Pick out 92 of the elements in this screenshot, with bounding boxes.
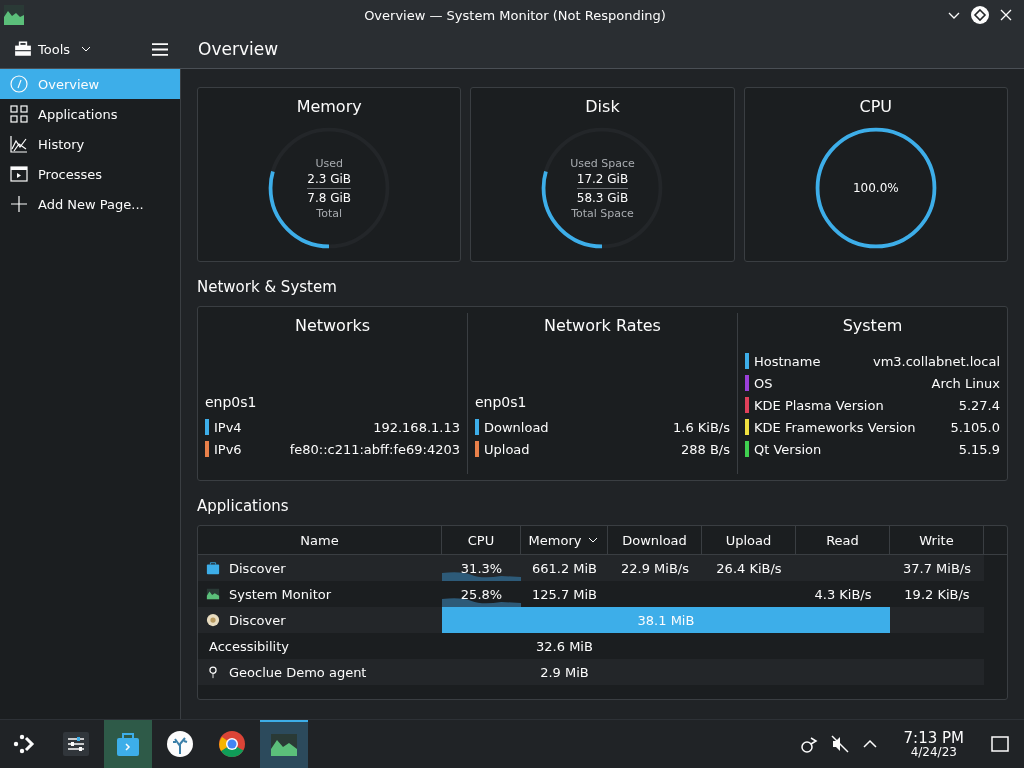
info-label: Download — [484, 419, 549, 435]
table-cell: 661.2 MiB — [531, 560, 598, 576]
disc-icon — [206, 613, 220, 627]
gauge-total: 58.3 GiB — [576, 189, 629, 207]
table-cell: 125.7 MiB — [531, 586, 598, 602]
line-chart-icon — [10, 135, 28, 153]
info-value: 5.15.9 — [958, 441, 1000, 457]
app-name: Discover — [229, 560, 286, 576]
info-value: Arch Linux — [931, 375, 1000, 391]
info-label: IPv6 — [214, 441, 242, 457]
app-name: Discover — [229, 612, 286, 628]
panel-title: System — [842, 316, 903, 335]
location-pin-icon — [206, 665, 220, 679]
table-cell: 38.1 MiB — [637, 612, 695, 628]
card-title: CPU — [859, 97, 893, 116]
toolbox-icon — [14, 40, 32, 58]
section-heading: Network & System — [197, 278, 338, 296]
clock-time[interactable]: 7:13 PM — [903, 729, 964, 746]
gauge-total: 7.8 GiB — [307, 189, 352, 207]
grid-icon — [10, 105, 28, 123]
column-header[interactable]: Read — [796, 526, 890, 554]
gauge-label: Used Space — [570, 156, 635, 170]
app-icon — [4, 5, 24, 25]
app-name: Accessibility — [209, 638, 289, 654]
chart-icon — [271, 734, 297, 756]
menu-icon[interactable] — [152, 42, 168, 56]
info-label: IPv4 — [214, 419, 242, 435]
gauge-icon — [10, 75, 28, 93]
table-cell: 25.8% — [460, 586, 503, 602]
clock-date[interactable]: 4/24/23 — [910, 745, 957, 759]
coral-icon — [167, 731, 193, 757]
gauge-label: Total Space — [571, 206, 634, 220]
gauge-value: 17.2 GiB — [576, 169, 629, 189]
gauge-value: 100.0% — [852, 180, 899, 197]
shopping-bag-icon — [206, 561, 220, 575]
table-cell: 19.2 KiB/s — [904, 586, 970, 602]
info-value: 192.168.1.13 — [373, 419, 460, 435]
section-heading: Applications — [197, 497, 290, 515]
info-value: 5.27.4 — [958, 397, 1000, 413]
column-header[interactable]: Download — [608, 526, 702, 554]
column-header[interactable]: Write — [890, 526, 984, 554]
column-header[interactable]: CPU — [442, 526, 521, 554]
info-value: 5.105.0 — [950, 419, 1000, 435]
window-title: Overview — System Monitor (Not Responding) — [363, 7, 667, 23]
shopping-bag-icon — [117, 733, 139, 756]
table-cell: 26.4 KiB/s — [716, 560, 782, 576]
app-name: Geoclue Demo agent — [229, 664, 367, 680]
maximize-button[interactable] — [970, 5, 990, 25]
interface-name: enp0s1 — [475, 394, 528, 410]
dots-arrow-icon — [13, 734, 35, 754]
card-title: Memory — [296, 97, 362, 116]
info-label: KDE Plasma Version — [754, 397, 884, 413]
terminal-window-icon — [10, 166, 28, 182]
panel-title: Networks — [294, 316, 371, 335]
info-label: Qt Version — [754, 441, 822, 457]
gauge-value: 2.3 GiB — [307, 169, 352, 189]
info-value: fe80::c211:abff:fe69:4203 — [289, 441, 460, 457]
table-cell: 31.3% — [460, 560, 503, 576]
sidebar-item[interactable]: Applications — [0, 99, 180, 129]
tools-menu-button[interactable]: Tools — [10, 36, 97, 62]
plus-icon — [10, 195, 28, 213]
info-label: KDE Frameworks Version — [754, 419, 916, 435]
table-cell: 2.9 MiB — [540, 664, 589, 680]
info-label: Hostname — [754, 353, 821, 369]
table-cell: 37.7 MiB/s — [903, 560, 971, 576]
column-header[interactable]: Upload — [702, 526, 796, 554]
chart-icon — [206, 587, 220, 601]
sidebar-item[interactable]: History — [0, 129, 180, 159]
muted-speaker-icon[interactable] — [829, 734, 850, 754]
column-header[interactable]: Name — [198, 526, 442, 554]
table-cell: 22.9 MiB/s — [621, 560, 689, 576]
network-icon[interactable] — [799, 734, 820, 754]
sliders-icon — [63, 732, 89, 756]
gauge-label: Total — [316, 206, 342, 220]
info-value: vm3.collabnet.local — [872, 353, 1000, 369]
table-cell: 32.6 MiB — [536, 638, 593, 654]
app-name: System Monitor — [229, 586, 332, 602]
card-title: Disk — [585, 97, 620, 116]
info-value: 1.6 KiB/s — [673, 419, 730, 435]
sidebar-item[interactable]: Add New Page... — [0, 189, 180, 219]
info-value: 288 B/s — [680, 441, 730, 457]
browser-icon — [219, 731, 245, 758]
info-label: Upload — [484, 441, 530, 457]
interface-name: enp0s1 — [205, 394, 258, 410]
column-header[interactable]: Memory — [521, 526, 608, 554]
gauge-label: Used — [315, 156, 343, 170]
panel-title: Network Rates — [544, 316, 661, 335]
page-title: Overview — [198, 39, 279, 59]
show-desktop-icon[interactable] — [990, 734, 1010, 754]
info-label: OS — [754, 375, 773, 391]
sidebar-item[interactable]: Processes — [0, 159, 180, 189]
table-cell: 4.3 KiB/s — [814, 586, 872, 602]
